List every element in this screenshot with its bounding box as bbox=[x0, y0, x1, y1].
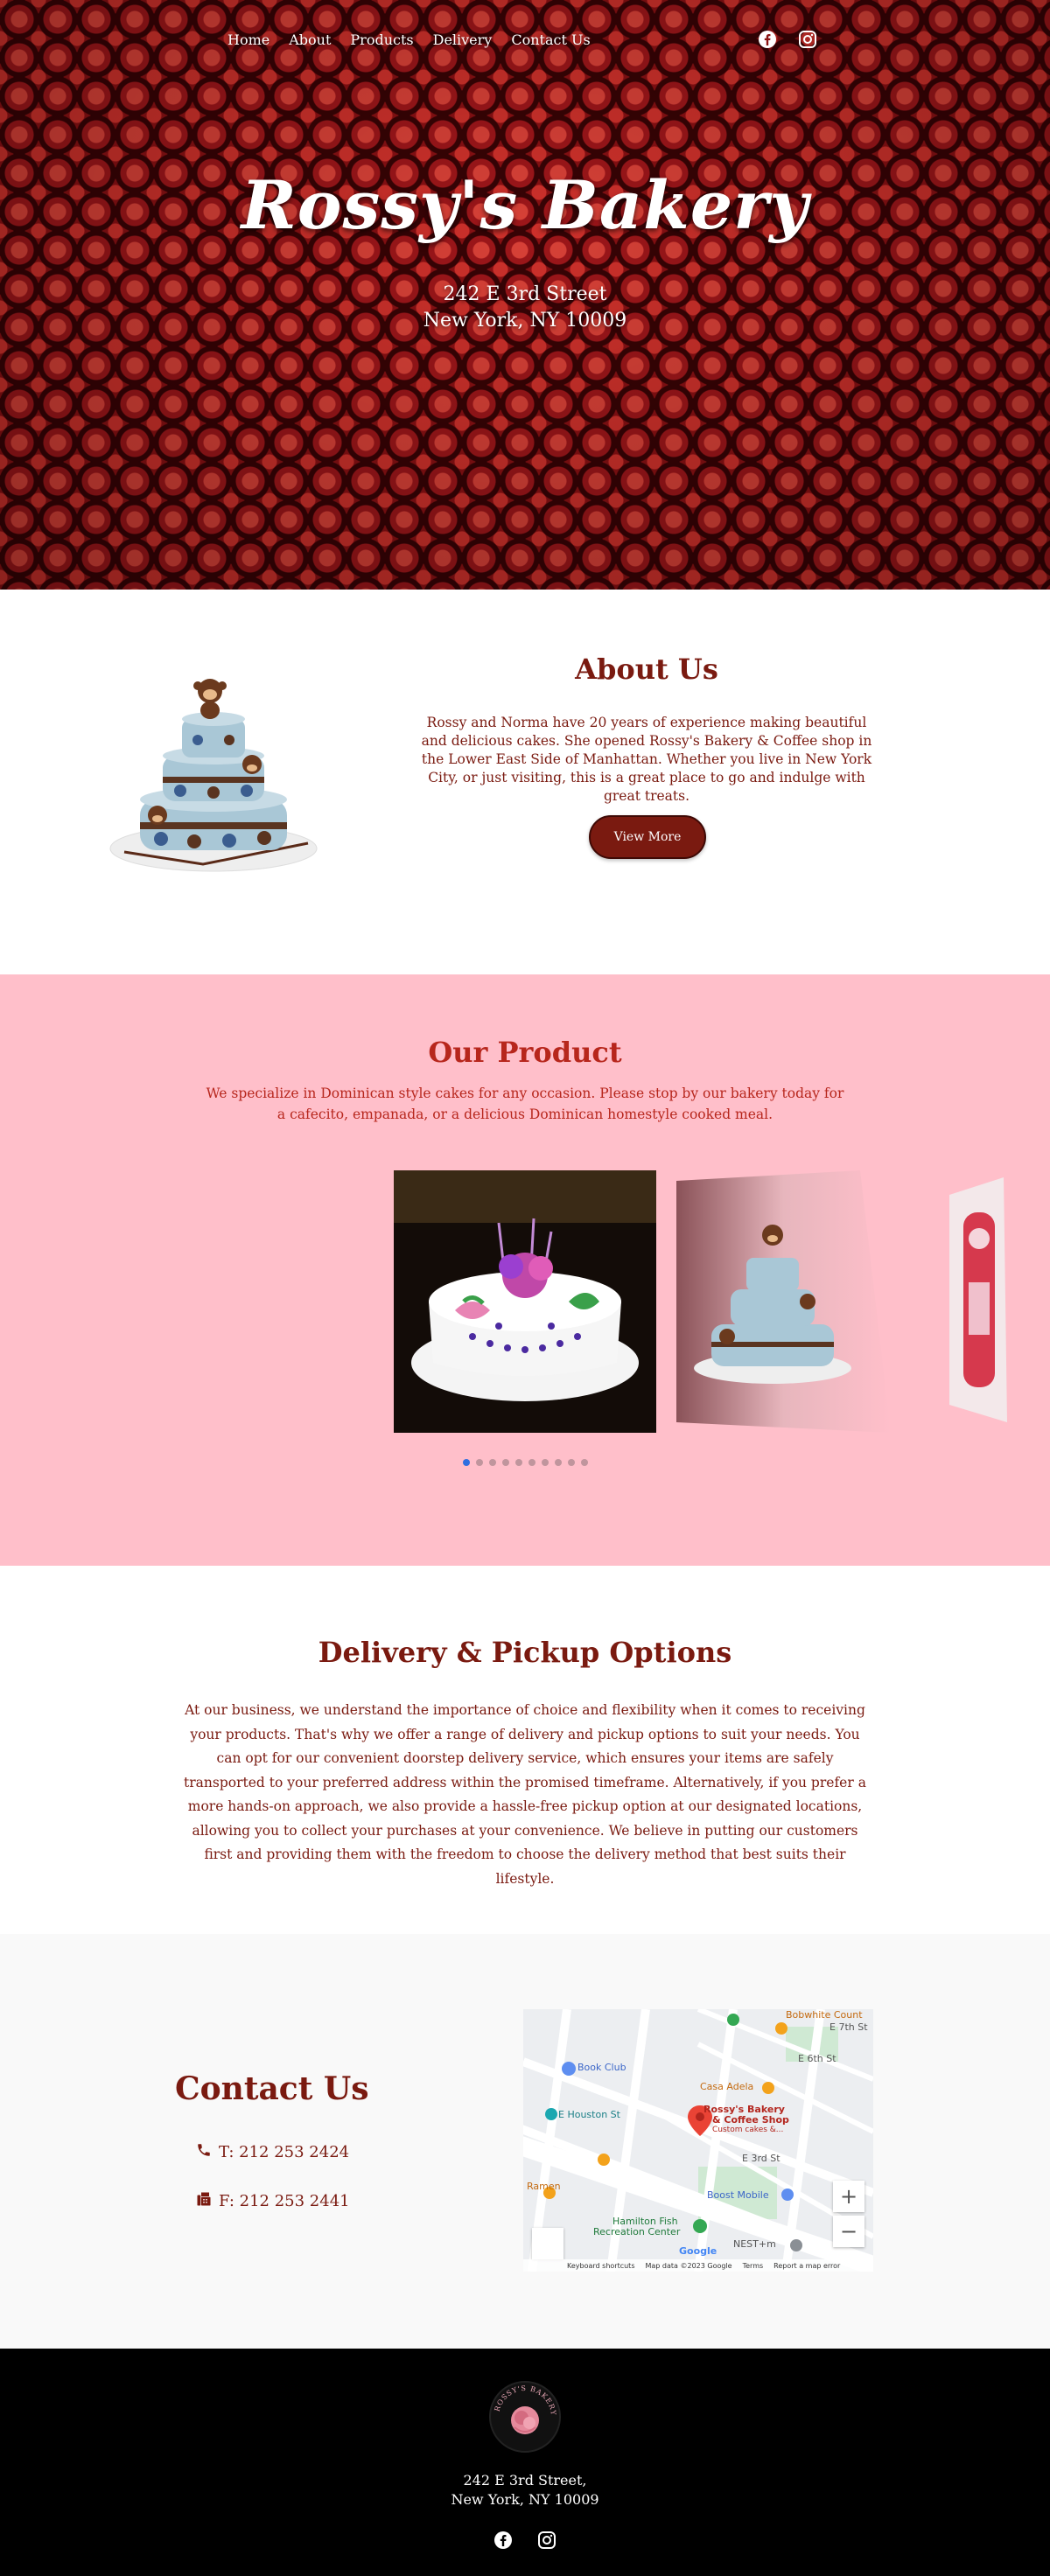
product-text: We specialize in Dominican style cakes f… bbox=[206, 1086, 844, 1122]
map-keyboard-shortcuts[interactable]: Keyboard shortcuts bbox=[567, 2262, 634, 2270]
map-label-e7th: E 7th St bbox=[830, 2021, 868, 2033]
about-title: About Us bbox=[575, 653, 718, 686]
carousel-dot[interactable] bbox=[514, 1459, 522, 1466]
carousel-dot[interactable] bbox=[488, 1459, 496, 1466]
map-label-hamilton2: Recreation Center bbox=[593, 2226, 681, 2237]
carousel-dot[interactable] bbox=[541, 1459, 549, 1466]
nav-home[interactable]: Home bbox=[228, 31, 270, 48]
map-zoom-in-button[interactable]: + bbox=[833, 2181, 864, 2212]
carousel-dot[interactable] bbox=[475, 1459, 483, 1466]
carousel-dots bbox=[0, 1459, 1050, 1466]
delivery-section: Delivery & Pickup Options At our busines… bbox=[0, 1566, 1050, 1934]
map-label-bobwhite: Bobwhite Count bbox=[786, 2009, 863, 2021]
monkey-cake-image bbox=[109, 679, 318, 872]
instagram-icon[interactable] bbox=[537, 2531, 556, 2550]
map-google-logo: Google bbox=[679, 2245, 718, 2257]
map-label-bakery2: & Coffee Shop bbox=[712, 2114, 789, 2126]
product-title: Our Product bbox=[428, 1036, 622, 1069]
facebook-icon[interactable] bbox=[494, 2531, 513, 2550]
fax-icon bbox=[196, 2191, 212, 2211]
carousel-dot[interactable] bbox=[501, 1459, 509, 1466]
map-label-ramen: Ramen bbox=[527, 2181, 561, 2192]
footer-address-line1: 242 E 3rd Street, bbox=[463, 2472, 587, 2489]
delivery-text: At our business, we understand the impor… bbox=[184, 1702, 866, 1887]
map-zoom-out-button[interactable]: − bbox=[833, 2216, 864, 2247]
carousel-dot[interactable] bbox=[580, 1459, 588, 1466]
map-attribution-bar: Keyboard shortcuts Map data ©2023 Google… bbox=[523, 2259, 873, 2272]
nav-products[interactable]: Products bbox=[350, 31, 413, 48]
map-label-nest: NEST+m bbox=[733, 2238, 776, 2250]
phone-number: T: 212 253 2424 bbox=[219, 2143, 350, 2161]
map-report-link[interactable]: Report a map error bbox=[774, 2262, 840, 2270]
map-layer-toggle[interactable] bbox=[532, 2228, 564, 2259]
hero-address: 242 E 3rd Street New York, NY 10009 bbox=[0, 282, 1050, 334]
footer-social bbox=[494, 2531, 556, 2550]
purple-cake-image bbox=[394, 1170, 656, 1433]
carousel-slide-far[interactable] bbox=[949, 1177, 1007, 1422]
main-nav: Home About Products Delivery Contact Us bbox=[228, 31, 591, 48]
map-canvas[interactable] bbox=[523, 2009, 873, 2272]
contact-title: Contact Us bbox=[175, 2070, 369, 2107]
phone-line[interactable]: T: 212 253 2424 bbox=[196, 2142, 349, 2162]
carousel-dot[interactable] bbox=[462, 1459, 470, 1466]
header-social bbox=[758, 30, 817, 49]
map-label-houston: E Houston St bbox=[558, 2109, 620, 2120]
instagram-icon[interactable] bbox=[798, 30, 817, 49]
bakery-logo: ROSSY'S BAKERY bbox=[489, 2381, 561, 2453]
facebook-icon[interactable] bbox=[758, 30, 777, 49]
carousel-dot[interactable] bbox=[528, 1459, 536, 1466]
carousel-slide-next[interactable] bbox=[676, 1170, 891, 1433]
map-label-bakery-sub: Custom cakes &... bbox=[712, 2126, 784, 2134]
embedded-map[interactable]: Rossy's Bakery & Coffee Shop Custom cake… bbox=[523, 2009, 873, 2272]
fax-line: F: 212 253 2441 bbox=[196, 2191, 350, 2211]
carousel-dot[interactable] bbox=[554, 1459, 562, 1466]
footer-address: 242 E 3rd Street, New York, NY 10009 bbox=[0, 2471, 1050, 2510]
nav-contact[interactable]: Contact Us bbox=[511, 31, 590, 48]
about-text: Rossy and Norma have 20 years of experie… bbox=[421, 715, 872, 804]
brand-title: Rossy's Bakery bbox=[241, 166, 809, 244]
about-section: About Us Rossy and Norma have 20 years o… bbox=[0, 590, 1050, 974]
map-terms-link[interactable]: Terms bbox=[743, 2262, 764, 2270]
view-more-button[interactable]: View More bbox=[589, 815, 706, 859]
site-footer: ROSSY'S BAKERY 242 E 3rd Street, New Yor… bbox=[0, 2349, 1050, 2576]
map-data-credit: Map data ©2023 Google bbox=[645, 2261, 732, 2270]
map-label-book-club: Book Club bbox=[578, 2062, 626, 2073]
phone-icon bbox=[196, 2142, 212, 2162]
map-label-e6th: E 6th St bbox=[798, 2053, 836, 2064]
carousel-slide-active[interactable] bbox=[394, 1170, 656, 1433]
carousel-dot[interactable] bbox=[567, 1459, 575, 1466]
map-label-boost: Boost Mobile bbox=[707, 2189, 769, 2201]
product-section: Our Product We specialize in Dominican s… bbox=[0, 974, 1050, 1566]
hero-address-line2: New York, NY 10009 bbox=[423, 310, 627, 332]
contact-section: Contact Us T: 212 253 2424 F: 212 253 24… bbox=[0, 1934, 1050, 2349]
nav-about[interactable]: About bbox=[289, 31, 331, 48]
map-label-casa-adela: Casa Adela bbox=[700, 2081, 754, 2092]
delivery-title: Delivery & Pickup Options bbox=[318, 1636, 732, 1669]
hero-address-line1: 242 E 3rd Street bbox=[443, 283, 607, 305]
nav-delivery[interactable]: Delivery bbox=[433, 31, 493, 48]
footer-address-line2: New York, NY 10009 bbox=[451, 2491, 599, 2508]
fax-number: F: 212 253 2441 bbox=[219, 2192, 350, 2210]
hero-section: Home About Products Delivery Contact Us … bbox=[0, 0, 1050, 590]
map-label-e3rd: E 3rd St bbox=[742, 2153, 780, 2164]
